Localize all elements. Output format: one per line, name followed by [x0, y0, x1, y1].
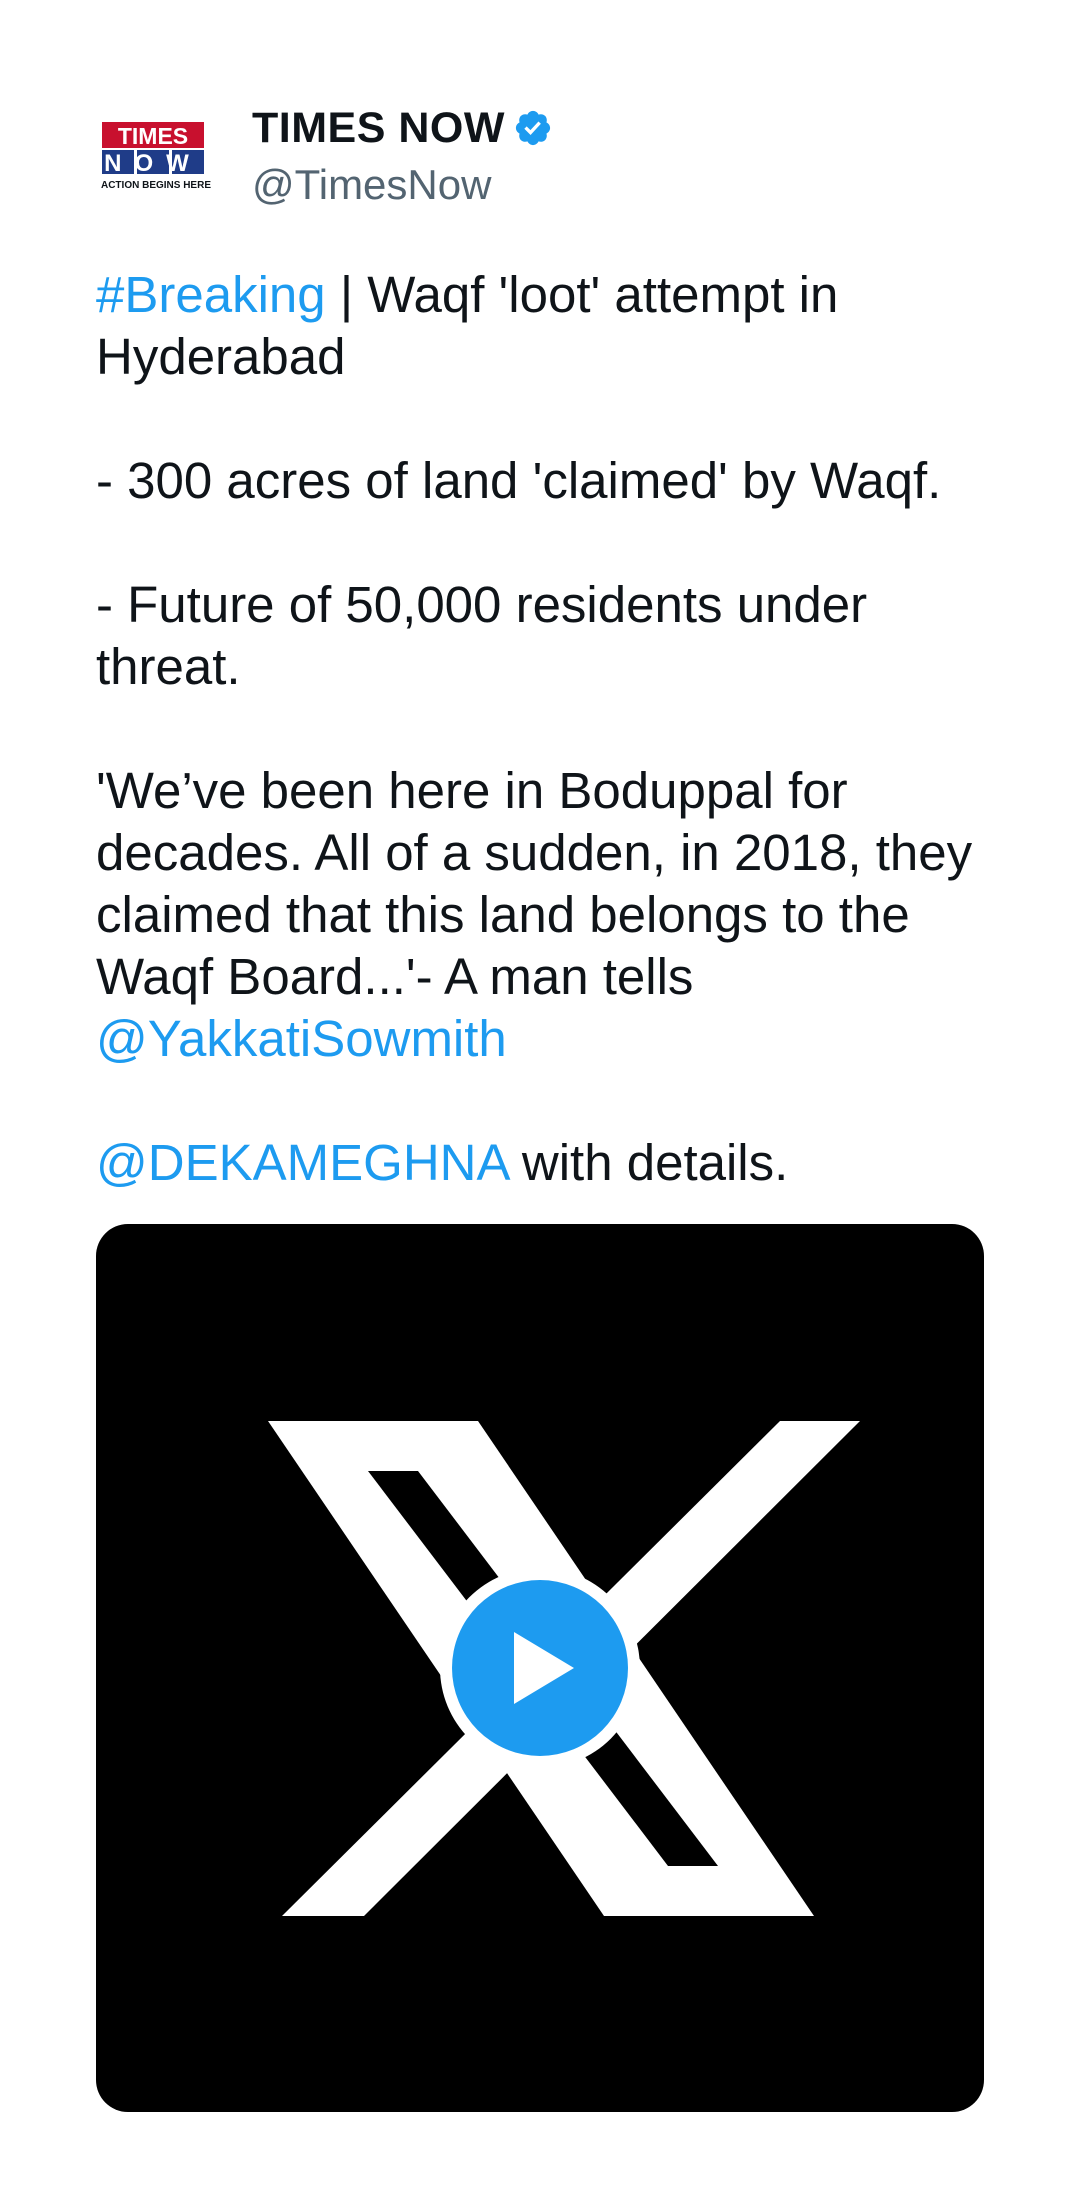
tweet-point-1: - 300 acres of land 'claimed' by Waqf.: [96, 452, 942, 509]
tweet-header: TIMES NOW ACTION BEGINS HERE TIMES NOW @…: [96, 96, 984, 216]
tweet-closing: with details.: [507, 1134, 789, 1191]
author-handle[interactable]: @TimesNow: [252, 157, 553, 213]
mention-link-1[interactable]: @YakkatiSowmith: [96, 1010, 507, 1067]
svg-text:NOW: NOW: [104, 150, 202, 177]
play-button[interactable]: [440, 1568, 640, 1768]
display-name-row: TIMES NOW: [252, 99, 553, 157]
verified-badge-icon: [515, 110, 551, 146]
tweet-point-2: - Future of 50,000 residents under threa…: [96, 576, 882, 695]
display-name[interactable]: TIMES NOW: [252, 104, 505, 153]
play-icon: [514, 1632, 574, 1704]
svg-text:TIMES: TIMES: [118, 123, 188, 149]
hashtag-link[interactable]: #Breaking: [96, 266, 326, 323]
mention-link-2[interactable]: @DEKAMEGHNA: [96, 1134, 508, 1191]
author-names: TIMES NOW @TimesNow: [252, 99, 553, 213]
tweet-quote: 'We’ve been here in Boduppal for decades…: [96, 762, 987, 1005]
svg-text:ACTION BEGINS HERE: ACTION BEGINS HERE: [101, 180, 211, 191]
play-button-inner: [452, 1580, 628, 1756]
avatar[interactable]: TIMES NOW ACTION BEGINS HERE: [96, 96, 216, 216]
times-now-logo-icon: TIMES NOW ACTION BEGINS HERE: [101, 122, 211, 191]
tweet-text: #Breaking | Waqf 'loot' attempt in Hyder…: [96, 264, 984, 1194]
tweet: TIMES NOW ACTION BEGINS HERE TIMES NOW @…: [96, 96, 984, 1194]
video-player[interactable]: [96, 1224, 984, 2112]
